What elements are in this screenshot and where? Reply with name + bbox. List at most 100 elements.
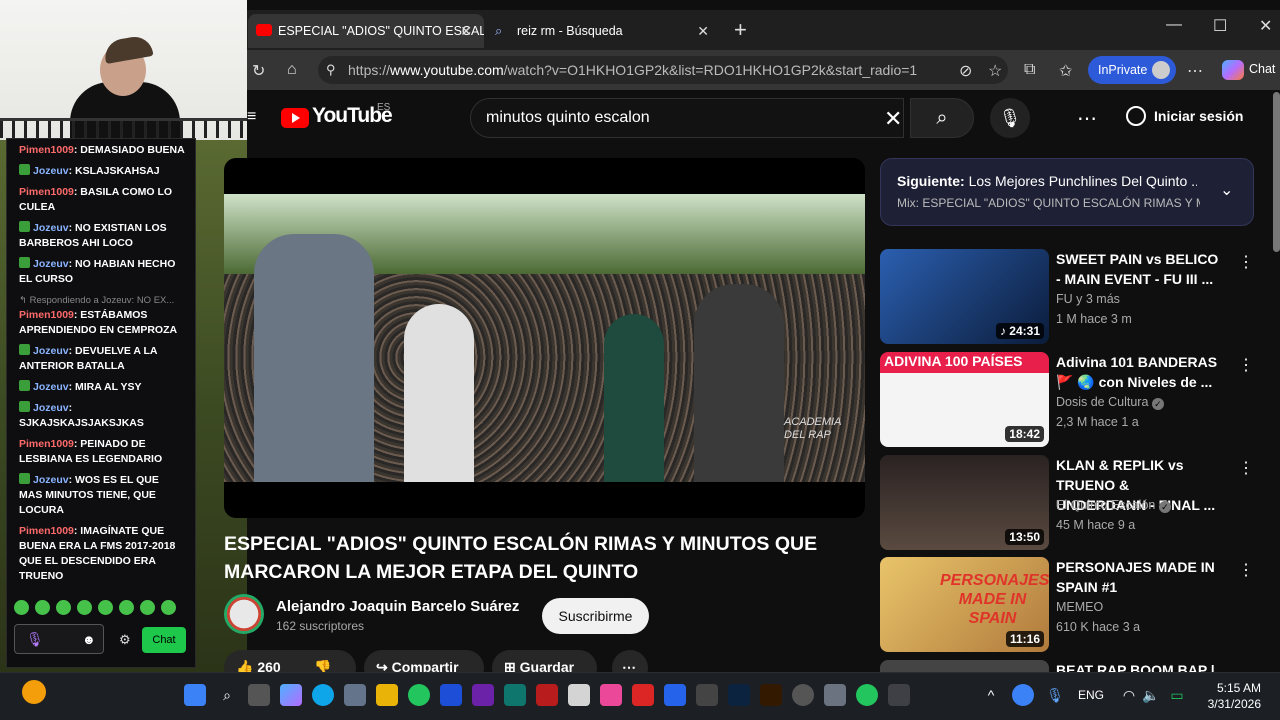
more-vert-icon[interactable]: ⋮: [1238, 458, 1254, 478]
chat-username[interactable]: Jozeuv: [33, 474, 69, 486]
music-icon[interactable]: [600, 684, 622, 706]
favorite-star-icon[interactable]: ☆: [988, 61, 1002, 81]
app-icon[interactable]: [888, 684, 910, 706]
emote-icon[interactable]: [119, 600, 134, 615]
scrollbar[interactable]: [1273, 92, 1280, 252]
chevron-down-icon[interactable]: ⌄: [1220, 180, 1233, 200]
emote-icon[interactable]: [56, 600, 71, 615]
language-indicator[interactable]: ENG: [1078, 688, 1104, 702]
illustrator-icon[interactable]: [760, 684, 782, 706]
emote-icon[interactable]: [14, 600, 29, 615]
youtube-logo-icon[interactable]: [281, 108, 309, 128]
emote-icon[interactable]: [140, 600, 155, 615]
related-title[interactable]: SWEET PAIN vs BELICO - MAIN EVENT - FU I…: [1056, 249, 1220, 289]
related-channel[interactable]: FU y 3 más: [1056, 292, 1120, 306]
start-icon[interactable]: [184, 684, 206, 706]
search-button[interactable]: ⌕: [910, 98, 974, 138]
clock[interactable]: 5:15 AM 3/31/2026: [1203, 680, 1261, 712]
new-tab-button[interactable]: +: [734, 17, 747, 43]
chat-username[interactable]: Pimen1009: [19, 144, 74, 156]
refresh-icon[interactable]: ↻: [252, 61, 265, 81]
close-tab-icon[interactable]: ✕: [697, 14, 709, 48]
tab-search[interactable]: ⌕ reiz rm - Búsqueda ✕: [487, 14, 721, 48]
related-thumbnail[interactable]: [880, 660, 1049, 672]
up-next-panel[interactable]: [880, 158, 1254, 226]
chat-username[interactable]: Jozeuv: [33, 381, 69, 393]
chat-username[interactable]: Pimen1009: [19, 309, 74, 321]
gear-icon[interactable]: ⚙: [119, 632, 131, 648]
search-input[interactable]: minutos quinto escalon: [470, 98, 904, 138]
voice-search-button[interactable]: 🎙: [990, 98, 1030, 138]
up-next-title[interactable]: Siguiente: Los Mejores Punchlines Del Qu…: [897, 173, 1197, 189]
emoji-icon[interactable]: ☻: [82, 632, 96, 647]
spotify-icon[interactable]: [408, 684, 430, 706]
related-thumbnail[interactable]: ♪ 24:31: [880, 249, 1049, 344]
chat-username[interactable]: Jozeuv: [33, 165, 69, 177]
volume-icon[interactable]: 🔈: [1140, 684, 1162, 706]
clear-search-icon[interactable]: ✕: [884, 106, 902, 132]
file-explorer-icon[interactable]: [376, 684, 398, 706]
chat-username[interactable]: Pimen1009: [19, 525, 74, 537]
related-thumbnail[interactable]: ADIVINA 100 PAÍSES 18:42: [880, 352, 1049, 447]
related-thumbnail[interactable]: PERSONAJES MADE IN SPAIN 11:16: [880, 557, 1049, 652]
chat-send-button[interactable]: Chat: [142, 627, 186, 653]
minimize-icon[interactable]: —: [1166, 16, 1182, 34]
related-title[interactable]: PERSONAJES MADE IN SPAIN #1: [1056, 557, 1220, 597]
tracking-prevention-icon[interactable]: ⊘: [959, 61, 972, 81]
netflix-icon[interactable]: [632, 684, 654, 706]
more-vert-icon[interactable]: ⋮: [1238, 560, 1254, 580]
settings-icon[interactable]: [824, 684, 846, 706]
copilot-icon[interactable]: [280, 684, 302, 706]
task-view-icon[interactable]: [248, 684, 270, 706]
microphone-icon[interactable]: 🎙: [26, 631, 44, 648]
chat-username[interactable]: Jozeuv: [33, 402, 69, 414]
channel-name[interactable]: Alejandro Joaquin Barcelo Suárez: [276, 598, 519, 615]
app-icon[interactable]: [536, 684, 558, 706]
extensions-icon[interactable]: ⧉: [1024, 61, 1035, 79]
chat-username[interactable]: Pimen1009: [19, 186, 74, 198]
related-channel[interactable]: MEMEO: [1056, 600, 1103, 614]
video-player[interactable]: ACADEMIA DEL RAP: [224, 158, 865, 518]
subscribe-button[interactable]: Suscribirme: [542, 598, 649, 634]
related-title[interactable]: Adivina 101 BANDERAS 🚩 🌏 con Niveles de …: [1056, 352, 1220, 392]
show-hidden-icons[interactable]: ^: [980, 684, 1002, 706]
app-icon[interactable]: [504, 684, 526, 706]
chat-username[interactable]: Jozeuv: [33, 345, 69, 357]
chat-username[interactable]: Pimen1009: [19, 438, 74, 450]
copilot-chat-label[interactable]: Chat: [1249, 62, 1275, 76]
more-vert-icon[interactable]: ⋮: [1238, 252, 1254, 272]
hamburger-menu-icon[interactable]: ≡: [247, 108, 256, 126]
address-bar[interactable]: https://www.youtube.com/watch?v=O1HKHO1G…: [318, 56, 1008, 84]
emote-icon[interactable]: [35, 600, 50, 615]
chat-username[interactable]: Jozeuv: [33, 258, 69, 270]
close-tab-icon[interactable]: ✕: [460, 14, 472, 48]
whatsapp-icon[interactable]: [856, 684, 878, 706]
home-icon[interactable]: ⌂: [287, 61, 297, 79]
copilot-icon[interactable]: [1222, 60, 1244, 80]
channel-avatar[interactable]: [224, 594, 264, 634]
favorites-icon[interactable]: ✩: [1059, 61, 1072, 81]
chat-username[interactable]: Jozeuv: [33, 222, 69, 234]
emote-icon[interactable]: [77, 600, 92, 615]
more-vert-icon[interactable]: ⋮: [1238, 355, 1254, 375]
app-icon[interactable]: [664, 684, 686, 706]
onedrive-icon[interactable]: [1012, 684, 1034, 706]
inprivate-badge[interactable]: InPrivate: [1088, 56, 1176, 84]
store-icon[interactable]: [344, 684, 366, 706]
battery-icon[interactable]: ▭: [1166, 684, 1188, 706]
settings-more-icon[interactable]: ⋯: [1077, 106, 1097, 131]
emote-icon[interactable]: [161, 600, 176, 615]
related-channel[interactable]: El Quinto Escalón ✓: [1056, 498, 1171, 513]
site-info-icon[interactable]: ⚲: [326, 62, 336, 78]
edge-icon[interactable]: [312, 684, 334, 706]
more-menu-icon[interactable]: ⋯: [1187, 61, 1203, 81]
weather-widget-icon[interactable]: [22, 680, 46, 704]
microphone-icon[interactable]: 🎙: [1044, 684, 1066, 706]
search-icon[interactable]: ⌕: [216, 684, 238, 706]
app-icon[interactable]: [472, 684, 494, 706]
app-icon[interactable]: [696, 684, 718, 706]
app-icon[interactable]: [792, 684, 814, 706]
tab-youtube[interactable]: ESPECIAL "ADIOS" QUINTO ESCAL ✕: [248, 14, 484, 48]
app-icon[interactable]: [568, 684, 590, 706]
maximize-icon[interactable]: ☐: [1213, 16, 1227, 36]
